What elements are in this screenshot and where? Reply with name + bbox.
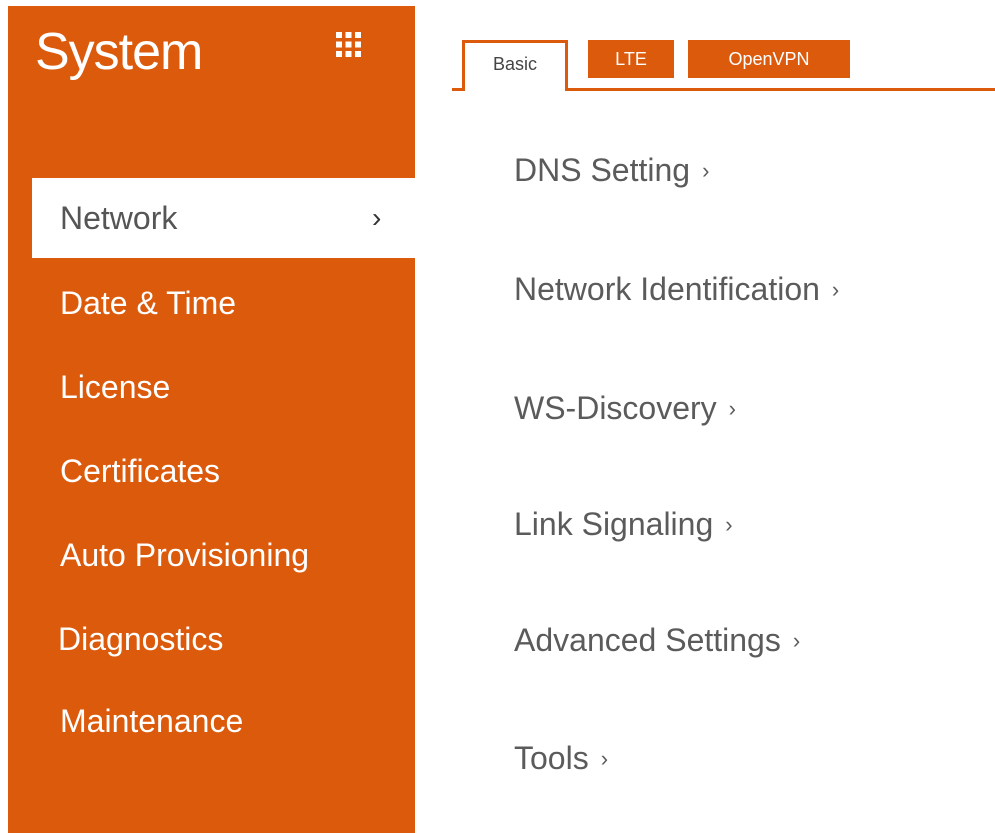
menu-item-label: DNS Setting bbox=[514, 152, 691, 188]
sidebar-item-certificates[interactable]: Certificates bbox=[32, 431, 415, 511]
system-page: System Network › Date & Time License Cer… bbox=[0, 0, 995, 833]
menu-item-advanced-settings[interactable]: Advanced Settings › bbox=[514, 620, 800, 664]
menu-item-dns-setting[interactable]: DNS Setting › bbox=[514, 150, 709, 194]
menu-item-label: Link Signaling bbox=[514, 506, 714, 542]
sidebar-item-label: License bbox=[60, 369, 171, 405]
sidebar-item-label: Auto Provisioning bbox=[60, 537, 310, 573]
chevron-right-icon: › bbox=[725, 512, 733, 537]
sidebar-item-label: Diagnostics bbox=[58, 621, 224, 657]
menu-item-label: WS-Discovery bbox=[514, 390, 717, 426]
chevron-right-icon: › bbox=[728, 396, 736, 421]
menu-item-label: Network Identification bbox=[514, 271, 820, 307]
menu-item-tools[interactable]: Tools › bbox=[514, 738, 608, 782]
sidebar-item-network[interactable]: Network › bbox=[32, 178, 415, 258]
chevron-right-icon: › bbox=[792, 628, 801, 653]
sidebar-item-diagnostics[interactable]: Diagnostics bbox=[32, 599, 415, 679]
sidebar-title: System bbox=[35, 23, 203, 81]
tab-basic[interactable]: Basic bbox=[462, 40, 568, 91]
tab-lte[interactable]: LTE bbox=[588, 40, 674, 78]
chevron-right-icon: › bbox=[600, 746, 609, 771]
sidebar-item-label: Maintenance bbox=[60, 703, 244, 739]
menu-item-label: Advanced Settings bbox=[514, 622, 781, 658]
menu-item-label: Tools bbox=[514, 740, 589, 776]
sidebar-item-label: Certificates bbox=[60, 453, 221, 489]
sidebar-item-auto-provisioning[interactable]: Auto Provisioning bbox=[32, 515, 415, 595]
menu-item-link-signaling[interactable]: Link Signaling › bbox=[514, 504, 733, 548]
sidebar-item-label: Date & Time bbox=[60, 285, 237, 321]
sidebar-item-date-time[interactable]: Date & Time bbox=[32, 263, 415, 343]
chevron-right-icon: › bbox=[831, 277, 840, 302]
chevron-right-icon: › bbox=[702, 158, 710, 183]
chevron-right-icon: › bbox=[372, 202, 382, 233]
tab-openvpn[interactable]: OpenVPN bbox=[688, 40, 850, 78]
menu-item-network-identification[interactable]: Network Identification › bbox=[514, 269, 839, 313]
grid-icon[interactable] bbox=[336, 32, 361, 57]
menu-item-ws-discovery[interactable]: WS-Discovery › bbox=[514, 388, 736, 432]
sidebar-item-maintenance[interactable]: Maintenance bbox=[32, 681, 415, 761]
sidebar-item-label: Network bbox=[60, 200, 178, 236]
sidebar: System Network › Date & Time License Cer… bbox=[8, 6, 415, 833]
sidebar-item-license[interactable]: License bbox=[32, 347, 415, 427]
